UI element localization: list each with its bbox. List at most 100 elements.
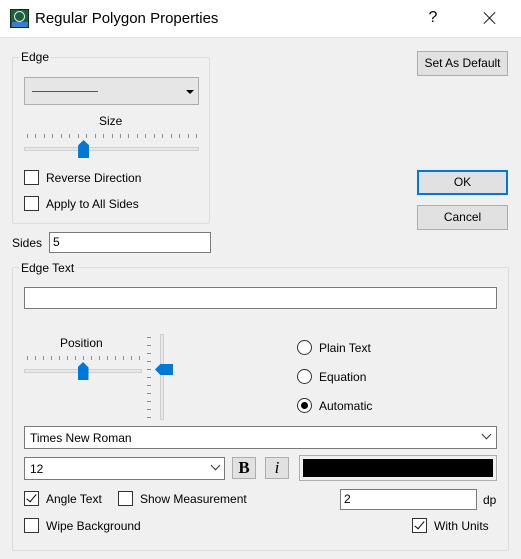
slider-tick (147, 337, 151, 338)
line-style-sample (32, 91, 98, 92)
slider-tick (69, 134, 71, 138)
sides-input[interactable]: 5 (49, 232, 211, 253)
slider-tick (153, 134, 155, 138)
slider-tick (147, 345, 151, 346)
slider-tick (147, 361, 151, 362)
font-size-dropdown[interactable]: 12 (24, 457, 225, 480)
chevron-down-icon (186, 90, 194, 94)
slider-tick (147, 401, 151, 402)
with-units-checkbox[interactable] (412, 518, 427, 533)
slider-tick (147, 385, 151, 386)
equation-label: Equation (319, 370, 367, 384)
plain-text-radio[interactable] (297, 340, 312, 355)
text-color-swatch (303, 459, 493, 477)
show-measurement-label: Show Measurement (140, 492, 247, 506)
bold-glyph: B (238, 458, 250, 477)
font-family-value: Times New Roman (30, 431, 132, 445)
slider-tick (75, 356, 76, 360)
apply-all-sides-label: Apply to All Sides (46, 197, 139, 211)
apply-all-sides-checkbox[interactable] (24, 196, 39, 211)
slider-tick (52, 134, 54, 138)
line-style-dropdown[interactable] (24, 77, 199, 105)
slider-tick (136, 134, 138, 138)
wipe-background-label: Wipe Background (46, 519, 141, 533)
slider-tick (123, 356, 124, 360)
slider-tick (115, 356, 116, 360)
slider-tick (179, 134, 181, 138)
slider-tick (128, 134, 130, 138)
font-family-dropdown[interactable]: Times New Roman (24, 426, 497, 449)
italic-glyph: i (274, 458, 280, 477)
edge-group-label: Edge (19, 50, 52, 64)
slider-tick (60, 134, 62, 138)
chevron-down-icon (481, 429, 492, 440)
cancel-button[interactable]: Cancel (417, 205, 508, 230)
plain-text-label: Plain Text (319, 341, 371, 355)
italic-button[interactable]: i (265, 457, 289, 479)
size-slider-track (24, 147, 199, 151)
slider-tick (67, 356, 68, 360)
angle-text-checkbox[interactable] (24, 491, 39, 506)
slider-tick (91, 356, 92, 360)
slider-tick (187, 134, 189, 138)
slider-tick (83, 356, 84, 360)
slider-tick (147, 369, 151, 370)
help-button[interactable]: ? (426, 9, 440, 27)
slider-tick (99, 356, 100, 360)
slider-tick (43, 356, 44, 360)
slider-tick (147, 377, 151, 378)
dp-label: dp (483, 493, 497, 507)
slider-tick (51, 356, 52, 360)
slider-tick (196, 134, 197, 138)
reverse-direction-label: Reverse Direction (46, 171, 142, 185)
angle-text-label: Angle Text (46, 492, 102, 506)
slider-tick (139, 356, 140, 360)
size-slider[interactable] (24, 133, 199, 161)
position-horizontal-slider[interactable] (24, 355, 142, 383)
set-as-default-button[interactable]: Set As Default (417, 51, 508, 76)
size-label: Size (99, 114, 123, 128)
position-label: Position (60, 336, 103, 350)
slider-tick (107, 356, 108, 360)
slider-tick (170, 134, 172, 138)
slider-tick (119, 134, 121, 138)
decimal-places-input[interactable]: 2 (340, 489, 477, 510)
slider-tick (27, 356, 28, 360)
wipe-background-checkbox[interactable] (24, 518, 39, 533)
with-units-label: With Units (434, 519, 489, 533)
sides-label: Sides (12, 236, 43, 250)
show-measurement-checkbox[interactable] (118, 491, 133, 506)
reverse-direction-checkbox[interactable] (24, 170, 39, 185)
slider-tick (147, 353, 151, 354)
automatic-label: Automatic (319, 399, 373, 413)
close-icon[interactable] (481, 8, 499, 28)
slider-tick (147, 417, 151, 418)
slider-tick (86, 134, 88, 138)
edge-text-input[interactable] (24, 287, 497, 309)
size-slider-thumb[interactable] (78, 140, 90, 158)
position-horizontal-thumb[interactable] (77, 362, 89, 380)
bold-button[interactable]: B (232, 457, 256, 479)
ok-button[interactable]: OK (417, 170, 508, 195)
app-icon (10, 9, 29, 28)
chevron-down-icon (210, 460, 221, 471)
position-vertical-thumb[interactable] (155, 364, 173, 375)
slider-tick (147, 393, 151, 394)
slider-tick (94, 134, 96, 138)
slider-tick (162, 134, 164, 138)
slider-tick (35, 356, 36, 360)
window-title: Regular Polygon Properties (35, 10, 219, 27)
slider-tick (145, 134, 147, 138)
slider-tick (43, 134, 45, 138)
slider-tick (77, 134, 79, 138)
position-vertical-track (160, 334, 164, 420)
position-vertical-slider[interactable] (146, 334, 176, 420)
equation-radio[interactable] (297, 369, 312, 384)
slider-tick (147, 409, 151, 410)
slider-tick (27, 134, 28, 138)
slider-tick (59, 356, 60, 360)
text-color-button[interactable] (299, 455, 497, 481)
edge-text-group-label: Edge Text (19, 261, 77, 275)
automatic-radio[interactable] (297, 398, 312, 413)
slider-tick (103, 134, 105, 138)
